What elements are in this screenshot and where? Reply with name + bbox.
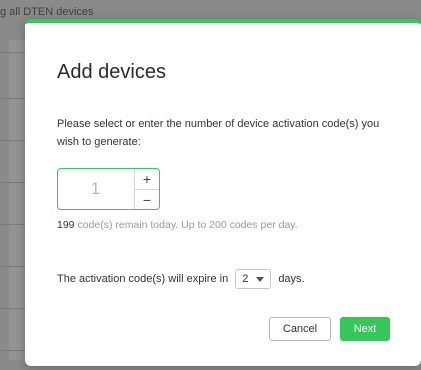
decrement-button[interactable]: − (135, 189, 159, 210)
quantity-stepper[interactable]: 1 + − (57, 168, 160, 210)
quantity-input[interactable]: 1 (58, 169, 133, 209)
caret-down-icon (256, 277, 265, 283)
background-column (9, 40, 25, 360)
days-value: 2 (242, 273, 249, 286)
instruction-text: Please select or enter the number of dev… (57, 118, 380, 148)
add-devices-modal: Add devices Please select or enter the n… (25, 19, 421, 366)
remaining-count: 199 (57, 219, 75, 231)
remaining-text: code(s) remain today. Up to 200 codes pe… (74, 219, 298, 231)
increment-button[interactable]: + (135, 169, 159, 189)
next-button[interactable]: Next (340, 317, 390, 341)
days-select[interactable]: 2 (235, 269, 272, 290)
remaining-codes-note: 199 code(s) remain today. Up to 200 code… (57, 219, 298, 231)
expiry-row: The activation code(s) will expire in 2 … (57, 268, 305, 290)
expiry-suffix: days. (278, 273, 305, 286)
cancel-button[interactable]: Cancel (269, 317, 331, 341)
expiry-prefix: The activation code(s) will expire in (57, 273, 229, 286)
modal-title: Add devices (57, 61, 166, 83)
